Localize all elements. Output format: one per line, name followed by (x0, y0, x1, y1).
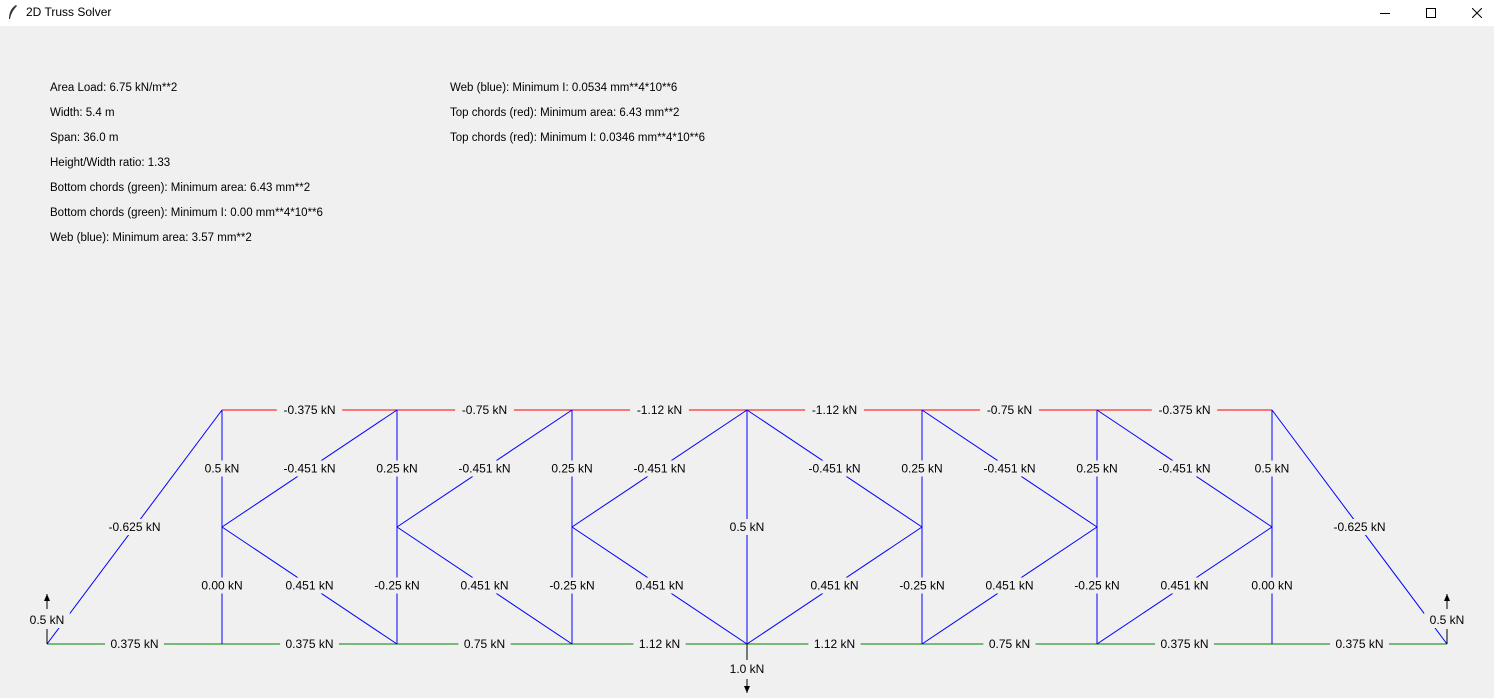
vertical-lower-force-label-group: -0.25 kN (367, 577, 427, 594)
vertical-upper-force-label-group: 0.25 kN (370, 460, 424, 477)
web-lower-force-label-group: 0.451 kN (630, 577, 689, 594)
bottom-chord-force-label: 1.12 kN (814, 637, 855, 651)
web-upper-force-label: -0.451 kN (283, 462, 335, 476)
center-vertical-force-label-group: 0.5 kN (724, 519, 770, 535)
bottom-chord-force-label: 0.75 kN (989, 637, 1030, 651)
vertical-upper-force-label: 0.25 kN (376, 462, 417, 476)
web-lower-force-label-group: 0.451 kN (280, 577, 339, 594)
bottom-chord-force-label-group: 0.375 kN (1330, 636, 1389, 652)
bottom-chord-force-label-group: 0.75 kN (458, 636, 511, 652)
web-upper-force-label: -0.451 kN (983, 462, 1035, 476)
bottom-chord-force-label: 0.375 kN (1335, 637, 1383, 651)
end-diagonal-force-label-group: -0.625 kN (101, 519, 168, 535)
web-lower-force-label-group: 0.451 kN (455, 577, 514, 594)
right-reaction-label: 0.5 kN (1430, 613, 1465, 627)
vertical-upper-force-label: 0.25 kN (901, 462, 942, 476)
bottom-chord-force-label: 0.375 kN (285, 637, 333, 651)
left-reaction-arrow-head (44, 594, 50, 601)
top-chord-force-label: -0.75 kN (462, 403, 507, 417)
bottom-chord-force-label: 1.12 kN (639, 637, 680, 651)
vertical-upper-force-label: 0.25 kN (1076, 462, 1117, 476)
top-chord-force-label-group: -0.375 kN (1151, 402, 1218, 418)
left-reaction-label-group: 0.5 kN (24, 612, 70, 628)
vertical-upper-force-label-group: 0.25 kN (1070, 460, 1124, 477)
web-upper-force-label-group: -0.451 kN (801, 460, 868, 477)
bottom-chord-force-label: 0.75 kN (464, 637, 505, 651)
vertical-upper-force-label-group: 0.25 kN (895, 460, 949, 477)
vertical-lower-force-label: 0.00 kN (1251, 579, 1292, 593)
web-upper-force-label: -0.451 kN (808, 462, 860, 476)
top-chord-force-label-group: -1.12 kN (805, 402, 864, 418)
vertical-lower-force-label-group: -0.25 kN (1067, 577, 1127, 594)
web-lower-force-label-group: 0.451 kN (1155, 577, 1214, 594)
load-label-group: 1.0 kN (724, 661, 770, 677)
top-chord-force-label-group: -0.75 kN (980, 402, 1039, 418)
vertical-upper-force-label: 0.5 kN (1255, 462, 1290, 476)
top-chord-force-label: -1.12 kN (812, 403, 857, 417)
web-lower-force-label: 0.451 kN (460, 579, 508, 593)
load-label: 1.0 kN (730, 662, 765, 676)
vertical-upper-force-label: 0.25 kN (551, 462, 592, 476)
bottom-chord-force-label-group: 0.375 kN (280, 636, 339, 652)
top-chord-force-label-group: -0.75 kN (455, 402, 514, 418)
vertical-lower-force-label: -0.25 kN (549, 579, 594, 593)
web-upper-force-label: -0.451 kN (1158, 462, 1210, 476)
vertical-upper-force-label-group: 0.5 kN (1249, 460, 1295, 477)
vertical-lower-force-label: -0.25 kN (899, 579, 944, 593)
end-diagonal-force-label: -0.625 kN (1333, 520, 1385, 534)
web-upper-force-label-group: -0.451 kN (276, 460, 343, 477)
end-diagonal-force-label: -0.625 kN (108, 520, 160, 534)
vertical-lower-force-label: -0.25 kN (374, 579, 419, 593)
web-upper-force-label-group: -0.451 kN (976, 460, 1043, 477)
top-chord-force-label: -1.12 kN (637, 403, 682, 417)
vertical-lower-force-label: 0.00 kN (201, 579, 242, 593)
top-chord-force-label: -0.375 kN (1158, 403, 1210, 417)
web-lower-force-label: 0.451 kN (810, 579, 858, 593)
end-diagonal-force-label-group: -0.625 kN (1326, 519, 1393, 535)
top-chord-force-label: -0.75 kN (987, 403, 1032, 417)
vertical-lower-force-label-group: -0.25 kN (542, 577, 602, 594)
web-lower-force-label-group: 0.451 kN (805, 577, 864, 594)
load-arrow-head (744, 686, 750, 693)
vertical-lower-force-label-group: 0.00 kN (1245, 577, 1299, 594)
right-reaction-arrow-head (1444, 594, 1450, 601)
vertical-lower-force-label-group: 0.00 kN (195, 577, 249, 594)
bottom-chord-force-label-group: 0.75 kN (983, 636, 1036, 652)
bottom-chord-force-label: 0.375 kN (1160, 637, 1208, 651)
web-lower-force-label: 0.451 kN (1160, 579, 1208, 593)
vertical-upper-force-label-group: 0.25 kN (545, 460, 599, 477)
bottom-chord-force-label-group: 1.12 kN (633, 636, 686, 652)
bottom-chord-force-label-group: 1.12 kN (808, 636, 861, 652)
web-upper-force-label: -0.451 kN (458, 462, 510, 476)
top-chord-force-label-group: -0.375 kN (276, 402, 343, 418)
vertical-upper-force-label: 0.5 kN (205, 462, 240, 476)
web-lower-force-label: 0.451 kN (635, 579, 683, 593)
right-reaction-label-group: 0.5 kN (1424, 612, 1470, 628)
top-chord-force-label-group: -1.12 kN (630, 402, 689, 418)
vertical-lower-force-label-group: -0.25 kN (892, 577, 952, 594)
bottom-chord-force-label: 0.375 kN (110, 637, 158, 651)
bottom-chord-force-label-group: 0.375 kN (105, 636, 164, 652)
truss-canvas: -0.375 kN -0.75 kN -1.12 kN -1.12 kN -0.75 k… (24, 402, 1470, 693)
web-upper-force-label-group: -0.451 kN (626, 460, 693, 477)
vertical-lower-force-label: -0.25 kN (1074, 579, 1119, 593)
top-chord-force-label: -0.375 kN (283, 403, 335, 417)
bottom-chord-force-label-group: 0.375 kN (1155, 636, 1214, 652)
web-upper-force-label-group: -0.451 kN (451, 460, 518, 477)
web-lower-force-label-group: 0.451 kN (980, 577, 1039, 594)
left-reaction-label: 0.5 kN (30, 613, 65, 627)
web-lower-force-label: 0.451 kN (985, 579, 1033, 593)
center-vertical-force-label: 0.5 kN (730, 520, 765, 534)
web-lower-force-label: 0.451 kN (285, 579, 333, 593)
web-upper-force-label: -0.451 kN (633, 462, 685, 476)
web-upper-force-label-group: -0.451 kN (1151, 460, 1218, 477)
vertical-upper-force-label-group: 0.5 kN (199, 460, 245, 477)
